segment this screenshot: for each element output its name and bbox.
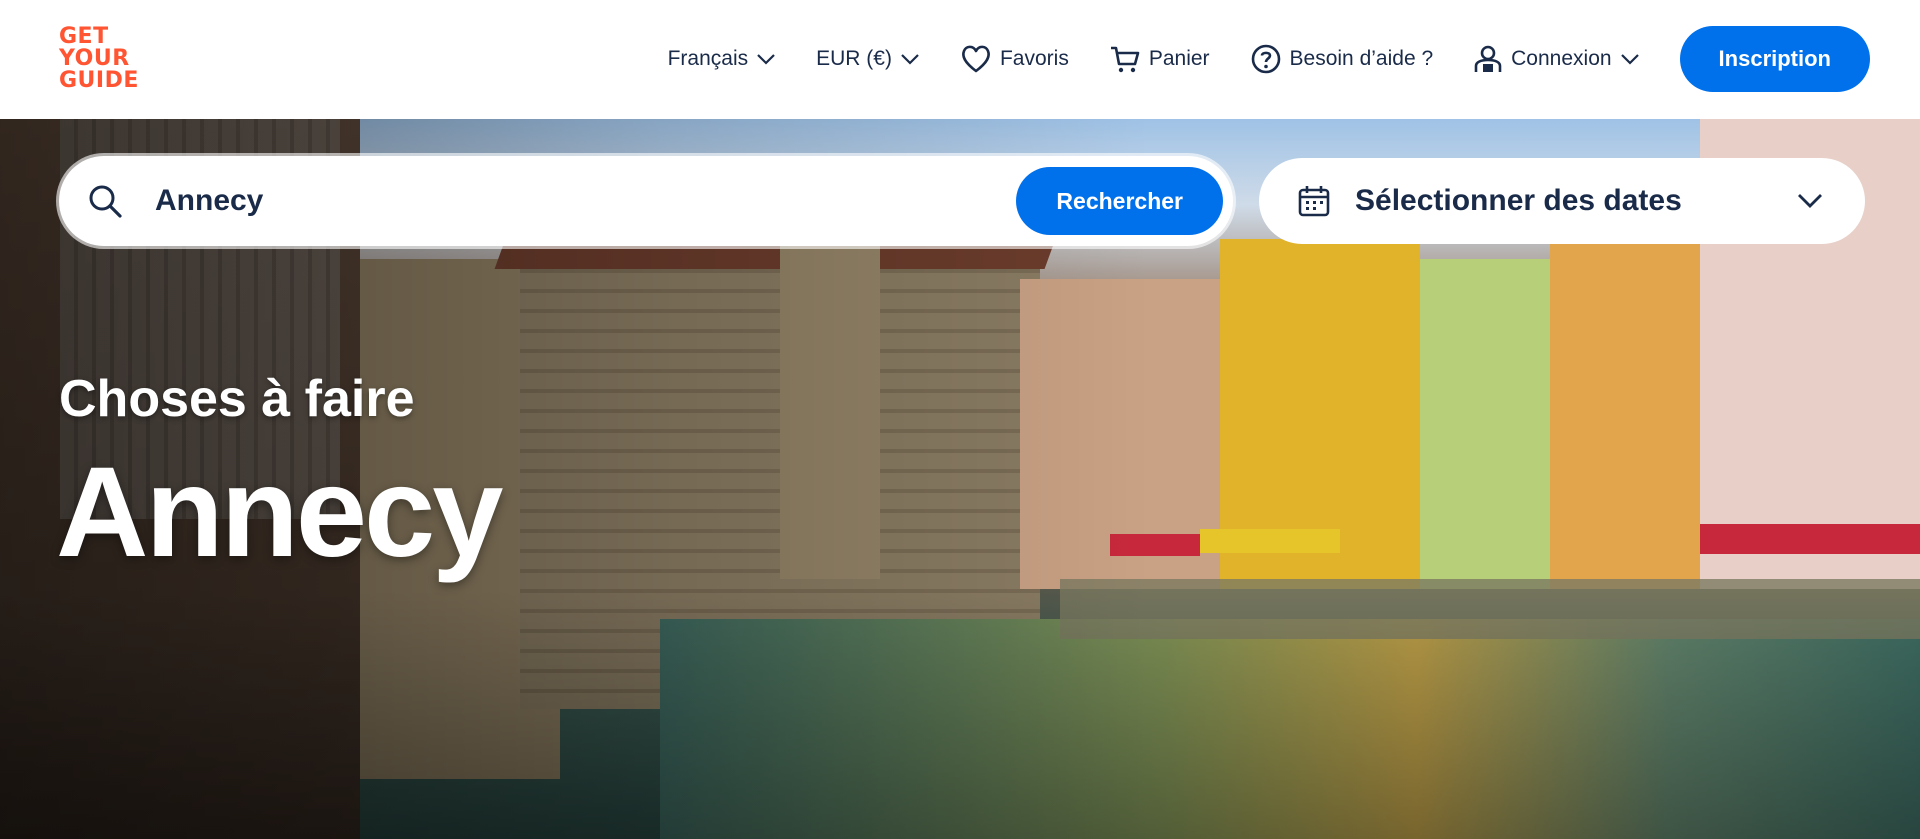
help-icon bbox=[1251, 44, 1280, 74]
date-picker[interactable]: Sélectionner des dates bbox=[1259, 158, 1865, 244]
chevron-down-icon bbox=[1620, 54, 1639, 65]
chevron-down-icon bbox=[1798, 194, 1822, 208]
search-bar: Rechercher bbox=[59, 156, 1233, 246]
logo-line-1: GET bbox=[59, 24, 109, 49]
language-selector[interactable]: Français bbox=[668, 47, 777, 71]
hero-banner: Rechercher Sélectionner des dates Choses… bbox=[0, 119, 1920, 839]
favorites-link[interactable]: Favoris bbox=[960, 44, 1069, 74]
hero-shade-bottom bbox=[0, 589, 1920, 839]
signup-button[interactable]: Inscription bbox=[1679, 26, 1870, 92]
logo-line-2: YOUR bbox=[59, 46, 130, 71]
cart-link[interactable]: Panier bbox=[1109, 44, 1210, 74]
date-picker-label: Sélectionner des dates bbox=[1355, 184, 1682, 217]
top-bar: GET YOUR GUIDE Français EUR (€) Favoris … bbox=[0, 0, 1920, 119]
login-menu[interactable]: Connexion bbox=[1473, 44, 1639, 74]
search-button[interactable]: Rechercher bbox=[1016, 167, 1223, 235]
chevron-down-icon bbox=[901, 54, 919, 65]
main-nav: Français EUR (€) Favoris Panier Besoin d… bbox=[668, 26, 1870, 92]
cart-icon bbox=[1110, 46, 1140, 73]
search-input[interactable] bbox=[153, 183, 1017, 219]
currency-selector[interactable]: EUR (€) bbox=[816, 47, 920, 71]
favorites-label: Favoris bbox=[999, 47, 1069, 70]
heart-icon bbox=[962, 45, 990, 73]
help-label: Besoin d’aide ? bbox=[1289, 47, 1434, 70]
cart-label: Panier bbox=[1148, 47, 1210, 70]
hero-subtitle: Choses à faire bbox=[59, 370, 415, 428]
search-icon bbox=[89, 185, 122, 218]
login-label: Connexion bbox=[1511, 47, 1612, 70]
language-label: Français bbox=[667, 47, 749, 70]
hero-title: Annecy bbox=[56, 441, 503, 584]
calendar-icon bbox=[1298, 186, 1330, 217]
help-link[interactable]: Besoin d’aide ? bbox=[1250, 43, 1434, 75]
user-icon bbox=[1474, 45, 1502, 72]
currency-label: EUR (€) bbox=[816, 47, 892, 70]
getyourguide-logo[interactable]: GET YOUR GUIDE bbox=[59, 26, 147, 96]
logo-line-3: GUIDE bbox=[59, 68, 139, 93]
chevron-down-icon bbox=[757, 54, 775, 65]
